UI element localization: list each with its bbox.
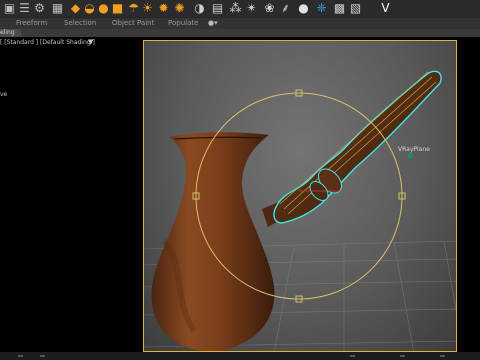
vray-plane-label: VRayPlane — [398, 146, 430, 153]
status-indicator — [18, 355, 23, 357]
viewport-label[interactable]: [ [Standard ] [Default Shading ] — [0, 39, 95, 46]
frame-buffer-icon[interactable]: ▩ — [332, 1, 347, 16]
status-indicator — [440, 355, 445, 357]
status-indicator — [350, 355, 355, 357]
viewport-scene: VRayPlane — [144, 70, 456, 351]
sun-positioner-icon[interactable]: ✹ — [156, 1, 171, 16]
status-indicator — [40, 355, 45, 357]
vray-toolbar-icon[interactable]: ▧ — [348, 1, 363, 16]
ribbon-tab-populate[interactable]: Populate — [168, 18, 198, 29]
vray-logo-icon[interactable]: V — [378, 1, 393, 16]
render-production-icon[interactable]: ◒ — [82, 1, 97, 16]
skylight-icon[interactable]: ✺ — [172, 1, 187, 16]
ribbon-options-dropdown[interactable]: ●▾ — [208, 18, 218, 29]
render-iterative-icon[interactable]: ● — [96, 1, 111, 16]
physics-icon[interactable]: ✴ — [244, 1, 259, 16]
teapot-render-icon[interactable]: ◆ — [68, 1, 83, 16]
render-frame-icon[interactable]: ▦ — [50, 1, 65, 16]
hair-icon[interactable]: ⸙ — [278, 1, 293, 16]
render-active-icon[interactable]: ■ — [110, 1, 125, 16]
select-by-name-icon[interactable]: ☰ — [17, 1, 32, 16]
material-editor-icon[interactable]: ◑ — [192, 1, 207, 16]
main-toolbar: ▣ ☰ ⚙ ▦ ◆ ◒ ● ■ ☂ ☀ ✹ ✺ ◑ ▤ ⁂ ✴ ❀ ⸙ ● ❈ ▩ ▧ V — [0, 0, 480, 17]
color-palette-icon[interactable]: ❈ — [314, 1, 329, 16]
render-setup-icon[interactable]: ⚙ — [32, 1, 47, 16]
select-object-icon[interactable]: ▣ — [2, 1, 17, 16]
viewport-side-text: ve — [0, 91, 8, 98]
vray-plane-marker[interactable] — [408, 153, 413, 158]
light-spot-icon[interactable]: ☀ — [140, 1, 155, 16]
viewport-filter-icon[interactable]: ▼ — [88, 38, 93, 46]
ribbon-panel-modeling[interactable]: eling — [0, 29, 21, 37]
grid-icon[interactable]: ▤ — [210, 1, 225, 16]
ribbon-panel-bar: eling — [0, 29, 480, 37]
right-viewport[interactable] — [457, 37, 480, 355]
status-indicator — [400, 355, 405, 357]
sphere-icon[interactable]: ● — [296, 1, 311, 16]
particle-icon[interactable]: ⁂ — [228, 1, 243, 16]
ribbon-tab-selection[interactable]: Selection — [64, 18, 96, 29]
light-omni-icon[interactable]: ☂ — [126, 1, 141, 16]
status-strip — [0, 352, 480, 360]
ribbon-tabs: Freeform Selection Object Paint Populate… — [0, 17, 480, 29]
ribbon-tab-object-paint[interactable]: Object Paint — [112, 18, 154, 29]
left-viewport[interactable]: [ [Standard ] [Default Shading ] ▼ ve — [0, 37, 143, 355]
pot-body[interactable] — [151, 132, 275, 351]
ribbon-tab-freeform[interactable]: Freeform — [16, 18, 47, 29]
scatter-icon[interactable]: ❀ — [262, 1, 277, 16]
perspective-viewport[interactable]: VRayPlane — [143, 40, 457, 352]
